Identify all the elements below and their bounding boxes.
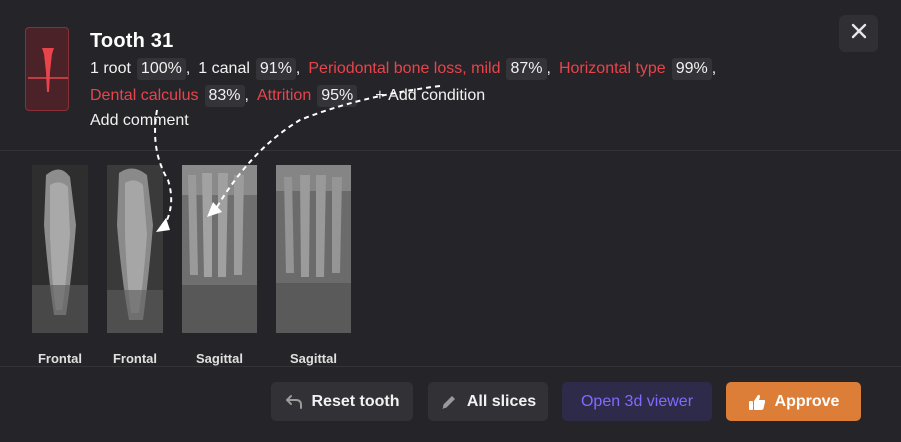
slices-strip: Frontal Frontal Sagittal Sagittal <box>0 151 901 367</box>
slice-image <box>32 165 88 333</box>
condition-confidence: 100% <box>136 58 186 80</box>
separator: , <box>185 60 191 77</box>
separator: , <box>546 60 551 77</box>
condition-confidence: 83% <box>204 85 245 107</box>
slice-label: Frontal <box>112 351 158 366</box>
pencil-icon <box>440 393 458 411</box>
undo-icon <box>285 394 303 410</box>
add-comment-button[interactable]: Add comment <box>90 112 189 130</box>
slice-label: Sagittal <box>290 351 337 366</box>
condition-confidence: 91% <box>255 58 296 80</box>
add-condition-button[interactable]: + Add condition <box>375 87 485 105</box>
tooth-title: Tooth 31 <box>90 30 174 52</box>
condition-name[interactable]: Attrition <box>257 87 311 105</box>
tooth-dialog: Tooth 31 1 root 100% , 1 canal 91% , Per… <box>0 0 901 442</box>
open-3d-viewer-button[interactable]: Open 3d viewer <box>562 382 712 421</box>
conditions-line-1: 1 root 100% , 1 canal 91% , Periodontal … <box>90 58 724 80</box>
separator: , <box>295 60 301 77</box>
slice-thumbnail-sagittal-2[interactable]: Sagittal <box>276 165 351 366</box>
slice-image <box>182 165 257 333</box>
slice-label: Frontal <box>37 351 83 366</box>
separator: , <box>711 60 717 77</box>
thumbs-up-icon <box>748 393 766 411</box>
slice-thumbnail-sagittal-1[interactable]: Sagittal <box>182 165 257 366</box>
slice-image <box>107 165 163 333</box>
all-slices-label: All slices <box>466 392 537 410</box>
slice-thumbnail-frontal-2[interactable]: Frontal <box>107 165 163 366</box>
condition-confidence: 87% <box>506 58 547 80</box>
add-comment-row: Add comment <box>90 112 189 130</box>
separator: , <box>244 87 249 104</box>
all-slices-button[interactable]: All slices <box>428 382 548 421</box>
slice-image <box>276 165 351 333</box>
condition-confidence: 95% <box>317 85 358 107</box>
dialog-header: Tooth 31 1 root 100% , 1 canal 91% , Per… <box>0 0 901 151</box>
close-button[interactable] <box>839 15 878 52</box>
reset-tooth-label: Reset tooth <box>311 392 400 410</box>
approve-button[interactable]: Approve <box>726 382 861 421</box>
close-icon <box>851 23 867 44</box>
condition-name[interactable]: 1 canal <box>198 60 250 78</box>
condition-confidence: 99% <box>671 58 712 80</box>
condition-name[interactable]: Periodontal bone loss, mild <box>308 60 500 78</box>
conditions-line-2: Dental calculus 83% , Attrition 95% + Ad… <box>90 85 485 107</box>
condition-name[interactable]: 1 root <box>90 60 131 78</box>
condition-name[interactable]: Dental calculus <box>90 87 199 105</box>
approve-label: Approve <box>774 392 840 410</box>
condition-name[interactable]: Horizontal type <box>559 60 666 78</box>
slice-thumbnail-frontal-1[interactable]: Frontal <box>32 165 88 366</box>
slice-label: Sagittal <box>196 351 243 366</box>
open-3d-viewer-label: Open 3d viewer <box>580 392 694 410</box>
tooth-icon <box>25 27 69 111</box>
reset-tooth-button[interactable]: Reset tooth <box>271 382 413 421</box>
